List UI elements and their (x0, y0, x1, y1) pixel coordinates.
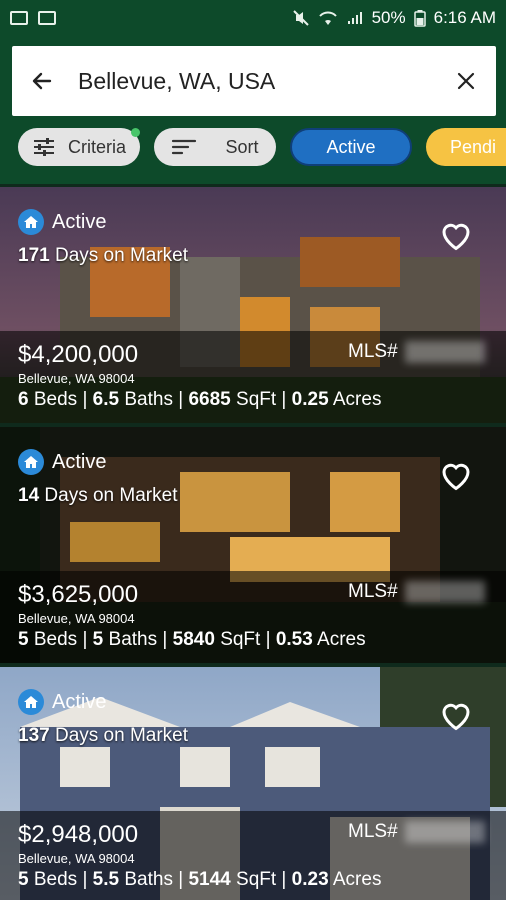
days-label: Days on Market (44, 485, 178, 506)
status-label: Active (52, 450, 107, 473)
listing-card[interactable]: Active 14 Days on Market $3,625,000 MLS#… (0, 427, 506, 663)
days-label: Days on Market (54, 725, 189, 746)
search-bar (12, 46, 496, 116)
baths-count: 5 (92, 629, 104, 650)
beds-count: 5 (18, 869, 29, 890)
days-count: 14 (18, 485, 40, 506)
sliders-icon (33, 138, 54, 156)
favorite-heart-icon[interactable] (438, 457, 474, 493)
baths-count: 6.5 (92, 389, 120, 410)
acres-count: 0.23 (291, 869, 329, 890)
criteria-label: Criteria (67, 136, 126, 157)
listing-status: Active (18, 209, 106, 235)
sqft-label: SqFt (220, 629, 261, 650)
listing-price: $2,948,000 (18, 821, 139, 848)
acres-label: Acres (317, 629, 366, 650)
beds-count: 6 (18, 389, 29, 410)
days-on-market: 137 Days on Market (18, 725, 188, 747)
acres-label: Acres (332, 389, 382, 410)
days-on-market: 171 Days on Market (18, 245, 188, 267)
back-arrow-icon[interactable] (28, 67, 56, 95)
favorite-heart-icon[interactable] (438, 697, 474, 733)
baths-label: Baths (124, 389, 173, 410)
listing-facts: 5 Beds | 5.5 Baths | 5144 SqFt | 0.23 Ac… (18, 869, 382, 890)
sort-icon (172, 139, 197, 155)
location-search-input[interactable] (78, 67, 452, 95)
voicemail-icon (38, 11, 56, 25)
beds-label: Beds (33, 869, 78, 890)
days-on-market: 14 Days on Market (18, 485, 177, 507)
favorite-heart-icon[interactable] (438, 217, 474, 253)
sqft-label: SqFt (236, 389, 277, 410)
mls-number-redacted (405, 821, 485, 843)
baths-label: Baths (124, 869, 173, 890)
days-count: 171 (18, 245, 50, 266)
acres-count: 0.53 (275, 629, 313, 650)
beds-label: Beds (33, 629, 78, 650)
listing-info-band: $2,948,000 MLS# Bellevue, WA 98004 5 Bed… (0, 811, 506, 900)
house-icon (18, 449, 44, 475)
mls-number-redacted (405, 341, 485, 363)
beds-label: Beds (33, 389, 78, 410)
sqft-count: 6685 (188, 389, 231, 410)
status-label: Active (52, 210, 107, 233)
beds-count: 5 (18, 629, 29, 650)
sort-button[interactable]: Sort (154, 128, 276, 166)
baths-label: Baths (108, 629, 158, 650)
criteria-indicator-dot (131, 128, 140, 137)
clear-icon[interactable] (452, 67, 480, 95)
house-icon (18, 689, 44, 715)
mls-label: MLS# (348, 581, 398, 602)
listing-card[interactable]: Active 137 Days on Market $2,948,000 MLS… (0, 667, 506, 900)
sqft-count: 5144 (188, 869, 231, 890)
battery-percent: 50% (371, 8, 406, 27)
listing-status: Active (18, 449, 106, 475)
listing-price: $4,200,000 (18, 341, 139, 368)
mls-label: MLS# (348, 341, 398, 362)
listing-card[interactable]: Active 171 Days on Market $4,200,000 MLS… (0, 187, 506, 423)
baths-count: 5.5 (92, 869, 120, 890)
status-bar: 50% 6:16 AM (0, 0, 506, 36)
listing-status: Active (18, 689, 106, 715)
signal-icon (347, 12, 362, 24)
pending-filter-button[interactable]: Pendi (426, 128, 506, 166)
sqft-label: SqFt (236, 869, 277, 890)
listing-price: $3,625,000 (18, 581, 139, 608)
mls-number-redacted (405, 581, 485, 603)
listing-info-band: $4,200,000 MLS# Bellevue, WA 98004 6 Bed… (0, 331, 506, 423)
status-label: Active (52, 690, 107, 713)
listing-address: Bellevue, WA 98004 (18, 371, 135, 386)
clock: 6:16 AM (433, 8, 496, 27)
active-filter-button[interactable]: Active (290, 128, 412, 166)
listing-address: Bellevue, WA 98004 (18, 611, 135, 626)
sqft-count: 5840 (172, 629, 215, 650)
listing-facts: 6 Beds | 6.5 Baths | 6685 SqFt | 0.25 Ac… (18, 389, 382, 410)
mute-icon (292, 10, 309, 26)
email-icon (10, 11, 28, 25)
criteria-button[interactable]: Criteria (18, 128, 140, 166)
wifi-icon (318, 11, 337, 25)
listing-info-band: $3,625,000 MLS# Bellevue, WA 98004 5 Bed… (0, 571, 506, 663)
filter-chips: Criteria Sort Active Pendi (0, 128, 506, 168)
days-count: 137 (18, 725, 50, 746)
notification-icons (10, 11, 56, 25)
listing-facts: 5 Beds | 5 Baths | 5840 SqFt | 0.53 Acre… (18, 629, 366, 650)
house-icon (18, 209, 44, 235)
acres-count: 0.25 (291, 389, 329, 410)
system-indicators: 50% 6:16 AM (292, 8, 496, 28)
acres-label: Acres (332, 869, 382, 890)
search-header: Criteria Sort Active Pendi (0, 36, 506, 184)
listing-address: Bellevue, WA 98004 (18, 851, 135, 866)
battery-icon (413, 10, 426, 27)
days-label: Days on Market (54, 245, 189, 266)
mls-label: MLS# (348, 821, 398, 842)
sort-label: Sort (225, 136, 259, 157)
